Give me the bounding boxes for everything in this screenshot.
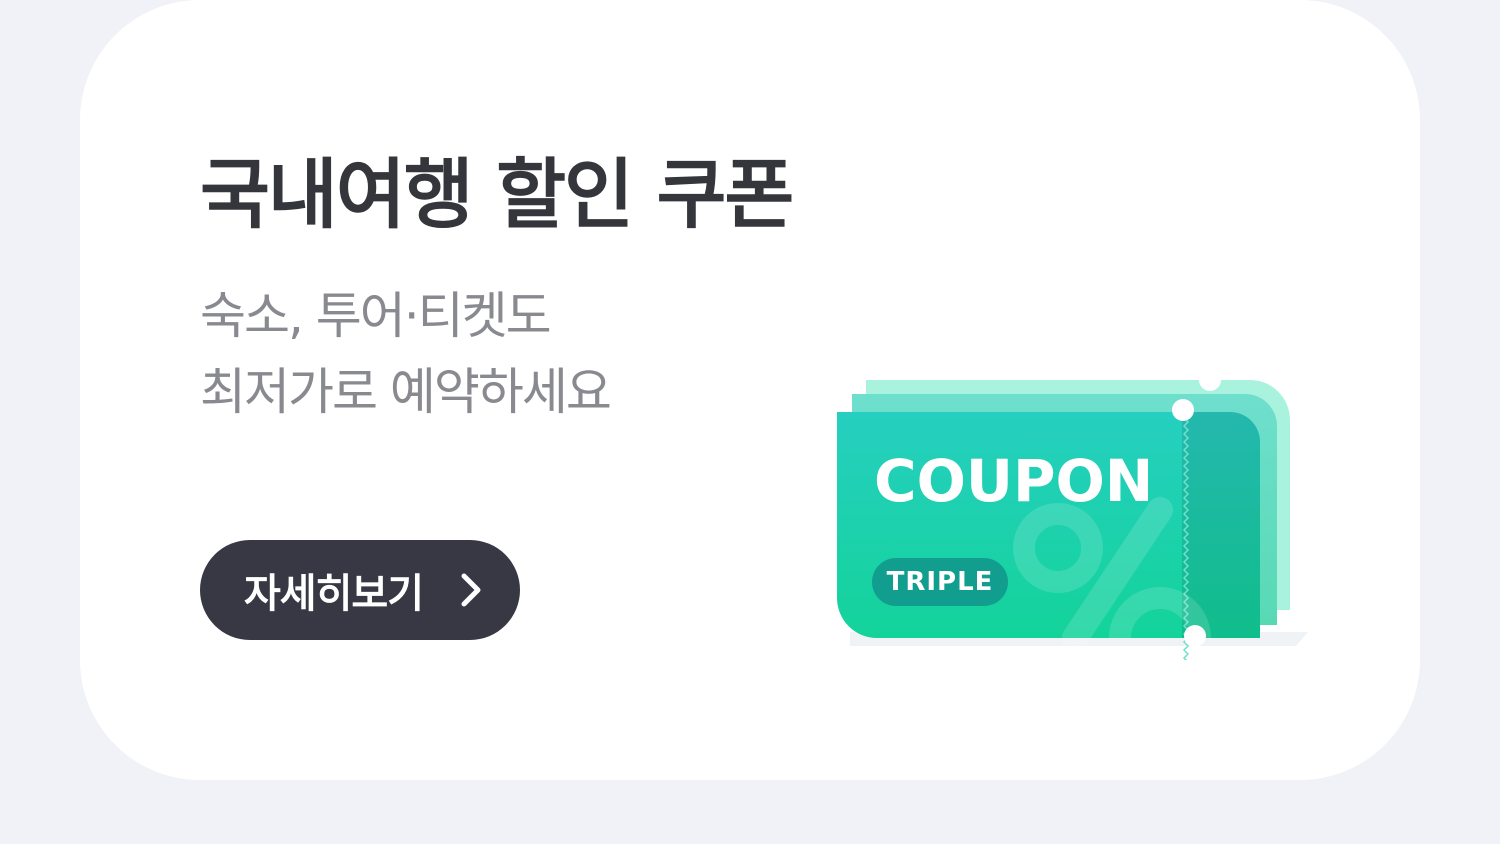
subtitle-line-1: 숙소, 투어·티켓도: [200, 287, 552, 345]
subtitle-line-2: 최저가로 예약하세요: [200, 363, 612, 421]
banner-subtitle: 숙소, 투어·티켓도 최저가로 예약하세요: [200, 278, 612, 430]
banner-title: 국내여행 할인 쿠폰: [200, 150, 794, 239]
chevron-right-icon: [461, 573, 481, 607]
see-details-button[interactable]: 자세히보기: [200, 540, 520, 640]
coupon-illustration: [837, 370, 1308, 660]
see-details-label: 자세히보기: [244, 571, 424, 617]
coupon-word: COUPON: [874, 447, 1154, 515]
coupon-brand-badge: TRIPLE: [872, 558, 1008, 606]
